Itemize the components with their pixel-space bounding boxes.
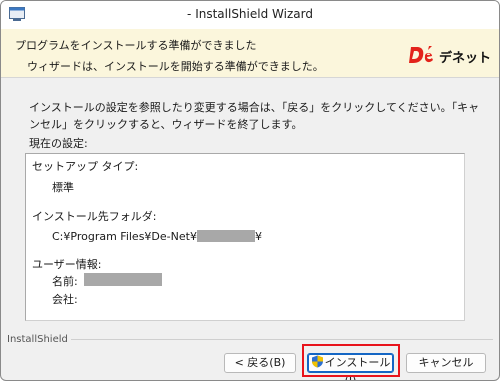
instruction-text: インストールの設定を参照したり変更する場合は、「戻る」をクリックしてください。「… — [29, 101, 480, 131]
denet-logo-mark-icon — [409, 46, 433, 63]
window-title: - InstallShield Wizard — [187, 7, 313, 21]
wizard-header: プログラムをインストールする準備ができました ウィザードは、インストールを開始す… — [1, 29, 499, 78]
redacted-folder — [196, 230, 255, 242]
footer-separator — [71, 339, 493, 340]
installshield-brand: InstallShield — [7, 334, 68, 345]
dest-folder-path: C:¥Program Files¥De-Net¥ — [52, 230, 197, 243]
uac-shield-icon — [311, 355, 323, 368]
user-info-label: ユーザー情報: — [32, 258, 102, 271]
name-label: 名前: — [52, 275, 78, 288]
cancel-button[interactable]: キャンセル — [406, 353, 486, 373]
current-settings-panel[interactable]: セットアップ タイプ: 標準 インストール先フォルダ: C:¥Program F… — [25, 153, 465, 321]
back-button[interactable]: < 戻る(B) — [224, 353, 296, 373]
header-subtitle: ウィザードは、インストールを開始する準備ができました。 — [27, 60, 324, 73]
current-settings-label: 現在の設定: — [29, 137, 88, 150]
install-button[interactable]: インストール(I) — [307, 353, 394, 380]
redacted-name — [84, 273, 162, 286]
dest-folder-value: C:¥Program Files¥De-Net¥ ¥ — [52, 230, 262, 243]
install-button-label: インストール(I) — [324, 356, 391, 381]
installer-window: - InstallShield Wizard プログラムをインストールする準備が… — [0, 0, 500, 381]
title-bar: - InstallShield Wizard — [1, 1, 499, 30]
setup-type-label: セットアップ タイプ: — [32, 160, 139, 173]
dest-folder-label: インストール先フォルダ: — [32, 210, 157, 223]
dest-folder-suffix: ¥ — [254, 230, 262, 243]
header-title: プログラムをインストールする準備ができました — [15, 39, 257, 52]
company-label: 会社: — [52, 293, 78, 306]
logo-text: デネット — [439, 51, 492, 66]
setup-type-value: 標準 — [52, 181, 74, 194]
